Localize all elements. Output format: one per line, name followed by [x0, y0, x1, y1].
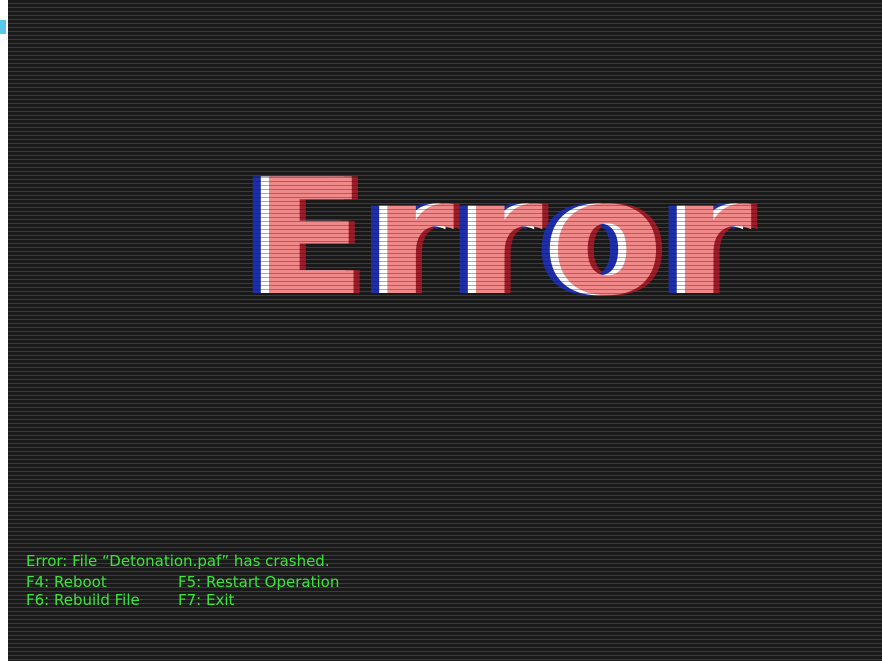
f6-rebuild-file-option[interactable]: F6: Rebuild File	[26, 591, 178, 609]
f5-restart-operation-option[interactable]: F5: Restart Operation	[178, 573, 339, 591]
screen: Error Error: File “Detonation.paf” has c…	[0, 0, 882, 661]
error-title: Error	[254, 144, 760, 331]
window-edge-accent	[0, 20, 6, 34]
error-message: Error: File “Detonation.paf” has crashed…	[26, 552, 330, 570]
console-text-block: Error: File “Detonation.paf” has crashed…	[26, 552, 339, 609]
f7-exit-option[interactable]: F7: Exit	[178, 591, 234, 609]
options-row-1: F4: Reboot F5: Restart Operation	[26, 573, 339, 591]
f4-reboot-option[interactable]: F4: Reboot	[26, 573, 178, 591]
options-row-2: F6: Rebuild File F7: Exit	[26, 591, 339, 609]
crt-monitor-screen: Error Error: File “Detonation.paf” has c…	[8, 0, 882, 661]
